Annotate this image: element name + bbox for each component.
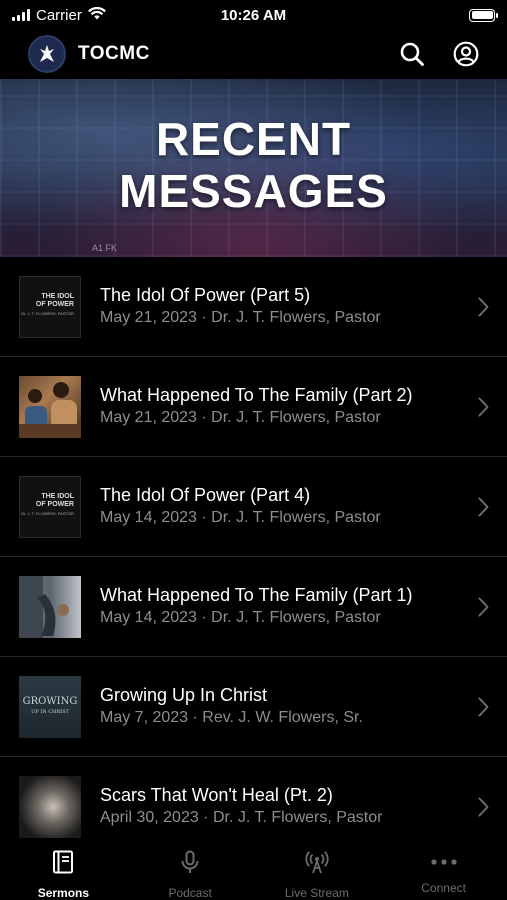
chevron-right-icon	[473, 297, 489, 317]
status-bar: Carrier 10:26 AM	[0, 0, 507, 30]
sermon-thumbnail	[19, 375, 81, 438]
sermon-title: The Idol Of Power (Part 4)	[100, 485, 311, 505]
sermon-row[interactable]: Scars That Won't Heal (Pt. 2) April 30, …	[0, 757, 507, 838]
sermon-meta: May 14, 2023 · Dr. J. T. Flowers, Pastor	[100, 509, 381, 526]
tab-podcast[interactable]: Podcast	[127, 838, 254, 900]
tab-label: Connect	[421, 881, 466, 895]
bottom-tab-bar: Sermons Podcast Live Stream Connect	[0, 838, 507, 900]
sermon-thumbnail	[19, 575, 81, 638]
banner-title-line2: MESSAGES	[119, 165, 388, 217]
tab-label: Sermons	[37, 886, 90, 900]
broadcast-icon	[305, 850, 329, 879]
sermon-text: Growing Up In Christ May 7, 2023 · Rev. …	[100, 684, 473, 729]
app-header: TOCMC	[0, 30, 507, 78]
chevron-right-icon	[473, 397, 489, 417]
status-left: Carrier	[12, 6, 469, 24]
chevron-right-icon	[473, 697, 489, 717]
banner-title-line1: RECENT	[155, 113, 352, 165]
search-icon[interactable]	[399, 41, 425, 67]
banner-title: RECENT MESSAGES	[0, 113, 507, 217]
app-title: TOCMC	[78, 43, 150, 64]
wifi-icon	[87, 6, 106, 24]
sermon-thumbnail: THE IDOL OF POWER Dr. J. T. FLOWERS, PAST…	[19, 275, 81, 338]
sermon-row[interactable]: What Happened To The Family (Part 2) May…	[0, 357, 507, 457]
sermon-title: Scars That Won't Heal (Pt. 2)	[100, 785, 333, 805]
sermon-thumbnail: GROWING UP IN CHRIST	[19, 675, 81, 738]
sermon-text: What Happened To The Family (Part 2) May…	[100, 384, 473, 429]
microphone-icon	[179, 850, 201, 879]
sermon-meta: May 21, 2023 · Dr. J. T. Flowers, Pastor	[100, 309, 381, 326]
sermon-row[interactable]: What Happened To The Family (Part 1) May…	[0, 557, 507, 657]
carrier-label: Carrier	[36, 6, 82, 24]
tab-connect[interactable]: Connect	[380, 838, 507, 900]
sermon-text: Scars That Won't Heal (Pt. 2) April 30, …	[100, 784, 473, 829]
header-actions	[399, 41, 479, 67]
signal-icon	[12, 9, 30, 21]
sermon-meta: April 30, 2023 · Dr. J. T. Flowers, Past…	[100, 809, 383, 826]
sermon-text: The Idol Of Power (Part 5) May 21, 2023 …	[100, 284, 473, 329]
sermon-row[interactable]: THE IDOL OF POWER Dr. J. T. FLOWERS, PAST…	[0, 257, 507, 357]
battery-icon	[469, 8, 498, 22]
sermon-text: The Idol Of Power (Part 4) May 14, 2023 …	[100, 484, 473, 529]
banner-small-text: A1 FK	[92, 243, 118, 253]
sermon-title: What Happened To The Family (Part 1)	[100, 585, 413, 605]
sermon-row[interactable]: THE IDOL OF POWER Dr. J. T. FLOWERS, PAST…	[0, 457, 507, 557]
sermon-meta: May 21, 2023 · Dr. J. T. Flowers, Pastor	[100, 409, 381, 426]
sermon-meta: May 7, 2023 · Rev. J. W. Flowers, Sr.	[100, 709, 363, 726]
more-dots-icon	[431, 850, 457, 874]
tab-label: Live Stream	[284, 886, 349, 900]
chevron-right-icon	[473, 797, 489, 817]
sermon-text: What Happened To The Family (Part 1) May…	[100, 584, 473, 629]
account-icon[interactable]	[453, 41, 479, 67]
church-logo-icon[interactable]	[28, 35, 66, 73]
tab-live-stream[interactable]: Live Stream	[254, 838, 381, 900]
tab-sermons[interactable]: Sermons	[0, 838, 127, 900]
chevron-right-icon	[473, 497, 489, 517]
sermon-title: Growing Up In Christ	[100, 685, 268, 705]
sermon-title: What Happened To The Family (Part 2)	[100, 385, 413, 405]
chevron-right-icon	[473, 597, 489, 617]
sermon-list: THE IDOL OF POWER Dr. J. T. FLOWERS, PAST…	[0, 257, 507, 838]
sermon-thumbnail: THE IDOL OF POWER Dr. J. T. FLOWERS, PAST…	[19, 475, 81, 538]
recent-messages-banner: RECENT MESSAGES A1 FK	[0, 79, 507, 257]
book-icon	[52, 850, 74, 879]
sermon-row[interactable]: GROWING UP IN CHRIST Growing Up In Chris…	[0, 657, 507, 757]
tab-label: Podcast	[168, 886, 212, 900]
sermon-meta: May 14, 2023 · Dr. J. T. Flowers, Pastor	[100, 609, 381, 626]
sermon-thumbnail	[19, 775, 81, 838]
sermon-title: The Idol Of Power (Part 5)	[100, 285, 311, 305]
